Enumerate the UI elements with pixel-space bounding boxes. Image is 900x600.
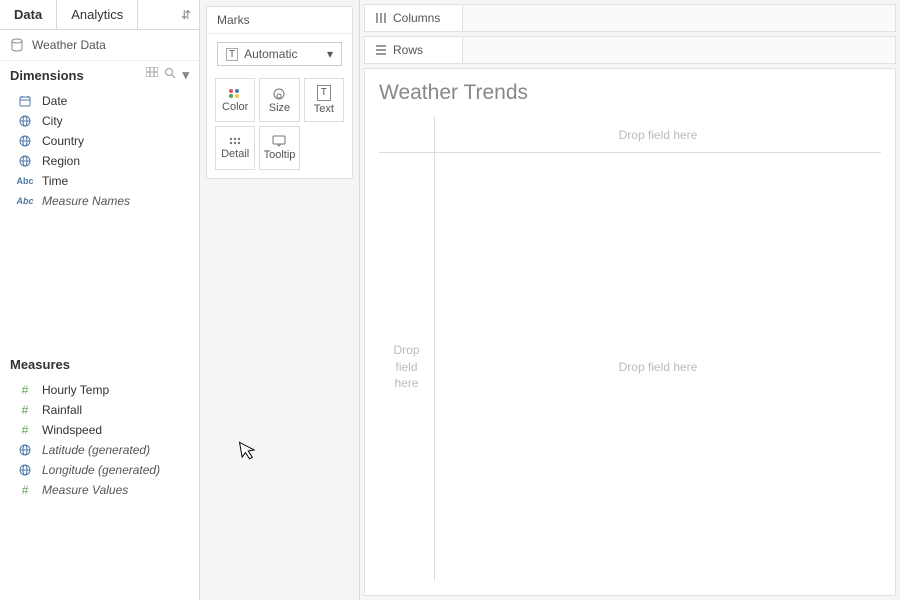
search-icon[interactable] — [164, 67, 176, 83]
date-icon — [18, 95, 32, 107]
field-label: Country — [42, 134, 84, 148]
measure-field-rainfall[interactable]: # Rainfall — [0, 400, 199, 420]
field-label: Region — [42, 154, 80, 168]
columns-drop-zone[interactable] — [463, 5, 895, 31]
tab-menu-icon[interactable]: ⇵ — [138, 0, 199, 29]
dimension-field-city[interactable]: City — [0, 111, 199, 131]
viz-body-drop[interactable]: Drop field here — [435, 153, 881, 581]
hash-icon: # — [18, 403, 32, 417]
view-data-icon[interactable] — [146, 67, 158, 83]
measure-field-hourly-temp[interactable]: # Hourly Temp — [0, 380, 199, 400]
marks-dropdown-label: Automatic — [244, 47, 321, 61]
field-label: Measure Values — [42, 483, 128, 497]
tab-data[interactable]: Data — [0, 0, 57, 29]
measure-field-longitude-generated-[interactable]: Longitude (generated) — [0, 460, 199, 480]
rows-label: Rows — [393, 43, 423, 57]
detail-icon — [228, 136, 242, 146]
data-panel: Data Analytics ⇵ Weather Data Dimensions… — [0, 0, 200, 600]
tooltip-icon — [272, 135, 286, 147]
mark-text-label: Text — [314, 103, 334, 115]
columns-label: Columns — [393, 11, 440, 25]
tab-analytics[interactable]: Analytics — [57, 0, 138, 29]
viz-rows-drop[interactable]: Drop field here — [379, 153, 435, 581]
measure-field-measure-values[interactable]: # Measure Values — [0, 480, 199, 500]
field-label: Hourly Temp — [42, 383, 109, 397]
measures-header: Measures — [0, 351, 199, 378]
viz-col-hint: Drop field here — [619, 128, 698, 142]
viz-columns-drop[interactable]: Drop field here — [435, 117, 881, 153]
measures-list: # Hourly Temp # Rainfall # Windspeed Latitude … — [0, 378, 199, 510]
mark-detail-button[interactable]: Detail — [215, 126, 255, 170]
viz-corner — [379, 117, 435, 153]
measure-field-windspeed[interactable]: # Windspeed — [0, 420, 199, 440]
mark-text-button[interactable]: T Text — [304, 78, 344, 122]
tab-analytics-label: Analytics — [71, 7, 123, 22]
field-label: Time — [42, 174, 68, 188]
mark-tooltip-button[interactable]: Tooltip — [259, 126, 299, 170]
datasource-name: Weather Data — [32, 38, 106, 52]
dimension-field-region[interactable]: Region — [0, 151, 199, 171]
mark-color-label: Color — [222, 101, 248, 113]
dimension-field-measure-names[interactable]: Abc Measure Names — [0, 191, 199, 211]
field-label: Longitude (generated) — [42, 463, 160, 477]
size-icon — [272, 86, 286, 100]
color-icon — [227, 87, 243, 99]
globe-icon — [18, 464, 32, 476]
rows-drop-zone[interactable] — [463, 37, 895, 63]
columns-shelf[interactable]: Columns — [364, 4, 896, 32]
datasource-icon — [10, 38, 24, 52]
sheet-canvas: Weather Trends Drop field here Drop fiel… — [364, 68, 896, 596]
chevron-down-icon: ▾ — [327, 47, 333, 61]
abc-icon: Abc — [18, 176, 32, 186]
globe-icon — [18, 155, 32, 167]
measures-title: Measures — [10, 357, 70, 372]
datasource-row[interactable]: Weather Data — [0, 30, 199, 61]
field-label: Latitude (generated) — [42, 443, 150, 457]
field-label: Date — [42, 94, 67, 108]
mark-detail-label: Detail — [221, 148, 249, 160]
mark-size-button[interactable]: Size — [259, 78, 299, 122]
worksheet-area: Columns Rows Weather Trends Drop field h… — [360, 0, 900, 600]
sheet-title[interactable]: Weather Trends — [365, 69, 895, 111]
dimension-field-country[interactable]: Country — [0, 131, 199, 151]
tab-data-label: Data — [14, 7, 42, 22]
more-icon[interactable]: ▾ — [182, 67, 189, 83]
dimensions-title: Dimensions — [10, 68, 84, 83]
measure-field-latitude-generated-[interactable]: Latitude (generated) — [0, 440, 199, 460]
rows-shelf[interactable]: Rows — [364, 36, 896, 64]
dimensions-header: Dimensions ▾ — [0, 61, 199, 89]
field-label: Measure Names — [42, 194, 130, 208]
marks-panel: Marks T Automatic ▾ Color Size T Text — [200, 0, 360, 600]
mark-tooltip-label: Tooltip — [264, 149, 296, 161]
marks-title: Marks — [207, 7, 352, 34]
marks-type-dropdown[interactable]: T Automatic ▾ — [217, 42, 342, 66]
field-label: City — [42, 114, 63, 128]
dimensions-list: Date City Country Region Abc Time Abc Measure N… — [0, 89, 199, 221]
dimension-field-date[interactable]: Date — [0, 91, 199, 111]
hash-icon: # — [18, 383, 32, 397]
abc-icon: Abc — [18, 196, 32, 206]
columns-icon — [375, 12, 387, 24]
marks-card: Marks T Automatic ▾ Color Size T Text — [206, 6, 353, 179]
mark-color-button[interactable]: Color — [215, 78, 255, 122]
marks-grid: Color Size T Text Detail — [207, 74, 352, 178]
mark-size-label: Size — [269, 102, 290, 114]
text-icon: T — [317, 85, 331, 101]
globe-icon — [18, 115, 32, 127]
viz-drop-grid: Drop field here Drop field here Drop fie… — [379, 117, 881, 581]
rows-icon — [375, 44, 387, 56]
globe-icon — [18, 444, 32, 456]
viz-row-hint: Drop field here — [393, 342, 419, 392]
hash-icon: # — [18, 423, 32, 437]
hash-icon: # — [18, 483, 32, 497]
viz-body-hint: Drop field here — [619, 360, 698, 374]
field-label: Windspeed — [42, 423, 102, 437]
field-label: Rainfall — [42, 403, 82, 417]
side-tabs: Data Analytics ⇵ — [0, 0, 199, 30]
globe-icon — [18, 135, 32, 147]
text-mark-icon: T — [226, 48, 238, 61]
dimension-field-time[interactable]: Abc Time — [0, 171, 199, 191]
